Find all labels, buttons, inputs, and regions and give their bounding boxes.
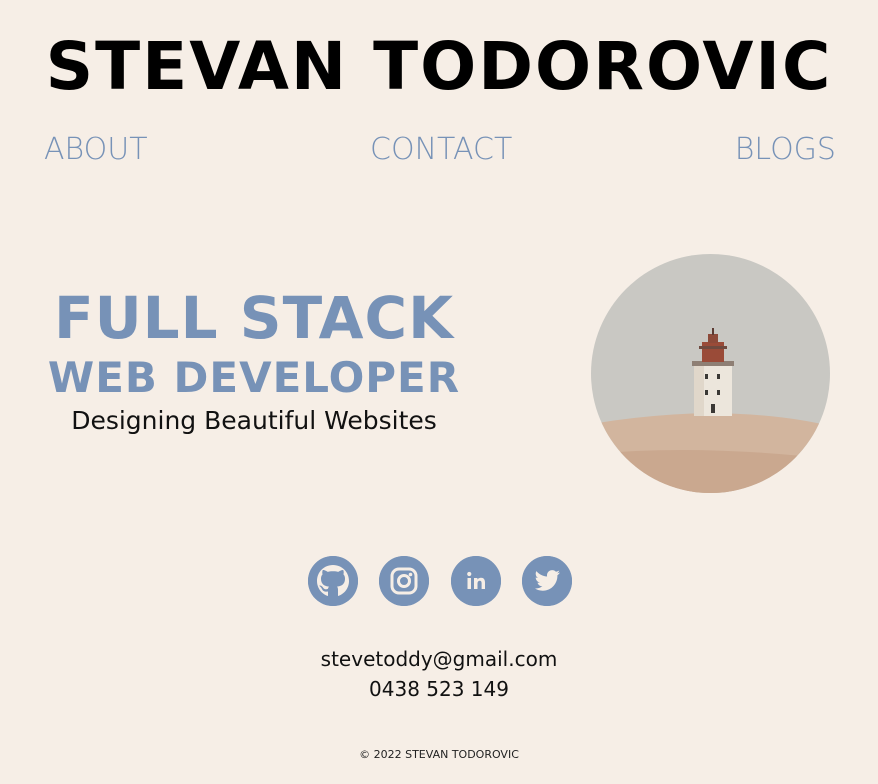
twitter-icon[interactable]: [521, 556, 572, 606]
hero-tagline: Designing Beautiful Websites: [71, 406, 437, 435]
instagram-icon[interactable]: [379, 556, 430, 606]
hero-heading-secondary: WEB DEVELOPER: [47, 353, 461, 402]
nav-about-link[interactable]: ABOUT: [44, 128, 148, 172]
social-links: [308, 556, 572, 606]
hero-text: FULL STACK WEB DEVELOPER Designing Beaut…: [44, 282, 464, 440]
linkedin-icon[interactable]: [450, 556, 501, 606]
github-icon[interactable]: [308, 556, 358, 606]
footer-copyright: © 2022 STEVAN TODOROVIC: [359, 748, 519, 761]
nav-contact-link[interactable]: CONTACT: [370, 128, 512, 172]
hero-heading-primary: FULL STACK: [53, 284, 455, 352]
contact-email[interactable]: stevetoddy@gmail.com: [0, 644, 878, 674]
nav-blogs-link[interactable]: BLOGS: [735, 128, 836, 172]
contact-phone: 0438 523 149: [369, 677, 509, 701]
contact-info: stevetoddy@gmail.com 0438 523 149: [0, 644, 878, 704]
site-title: STEVAN TODOROVIC: [45, 28, 833, 105]
lighthouse-photo: [591, 254, 830, 493]
main-nav: ABOUT CONTACT BLOGS: [44, 128, 836, 172]
